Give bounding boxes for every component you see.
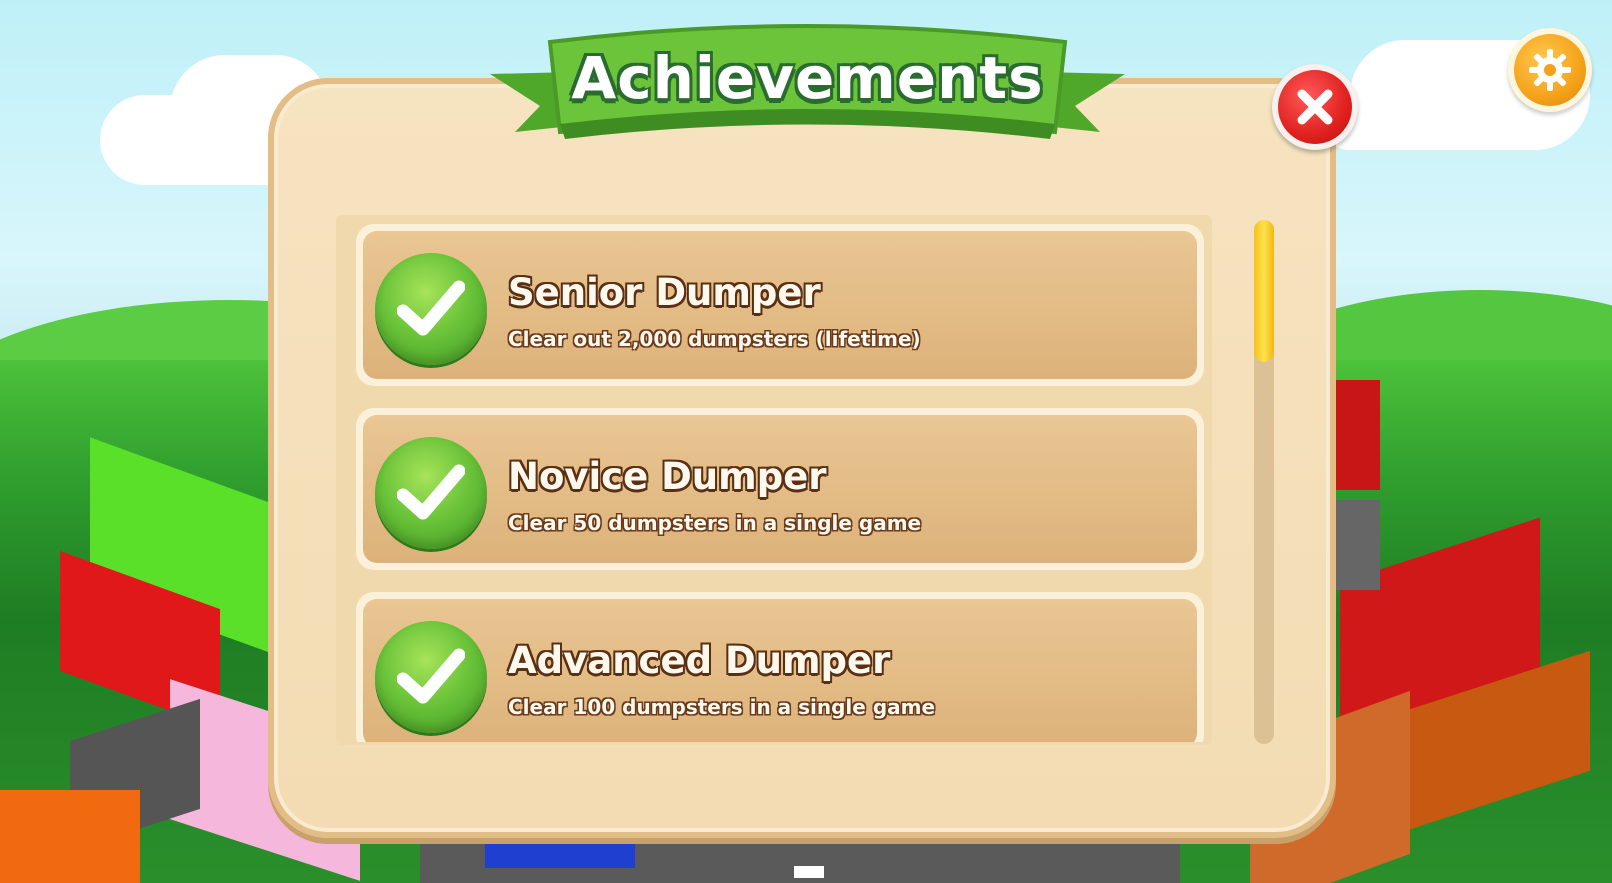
achievement-card: Novice Dumper Clear 50 dumpsters in a si…: [356, 408, 1204, 570]
gear-icon: [1529, 49, 1571, 91]
achievement-card: Senior Dumper Clear out 2,000 dumpsters …: [356, 224, 1204, 386]
achievement-description: Clear 50 dumpsters in a single game: [508, 511, 922, 535]
achievement-description: Clear out 2,000 dumpsters (lifetime): [508, 327, 921, 351]
achievements-list[interactable]: Senior Dumper Clear out 2,000 dumpsters …: [352, 222, 1212, 742]
settings-button-face: [1514, 34, 1586, 106]
close-button-face: [1278, 70, 1352, 144]
checkmark-icon: [375, 621, 487, 733]
settings-button[interactable]: [1508, 28, 1592, 112]
achievement-card-body: Novice Dumper Clear 50 dumpsters in a si…: [363, 415, 1197, 563]
achievement-card-body: Advanced Dumper Clear 100 dumpsters in a…: [363, 599, 1197, 742]
page-title: Achievements: [571, 44, 1044, 112]
scrollbar[interactable]: [1254, 220, 1274, 744]
title-ribbon: Achievements: [480, 14, 1135, 174]
checkmark-icon: [375, 253, 487, 365]
achievement-card-body: Senior Dumper Clear out 2,000 dumpsters …: [363, 231, 1197, 379]
close-icon: [1297, 89, 1333, 125]
achievement-title: Novice Dumper: [508, 455, 827, 498]
scrollbar-thumb[interactable]: [1254, 220, 1274, 362]
achievement-card: Advanced Dumper Clear 100 dumpsters in a…: [356, 592, 1204, 742]
close-button[interactable]: [1272, 64, 1358, 150]
checkmark-icon: [375, 437, 487, 549]
achievement-title: Advanced Dumper: [508, 639, 891, 682]
ground-orange: [0, 790, 140, 883]
road-marking: [794, 866, 824, 878]
achievement-title: Senior Dumper: [508, 271, 821, 314]
achievement-description: Clear 100 dumpsters in a single game: [508, 695, 936, 719]
